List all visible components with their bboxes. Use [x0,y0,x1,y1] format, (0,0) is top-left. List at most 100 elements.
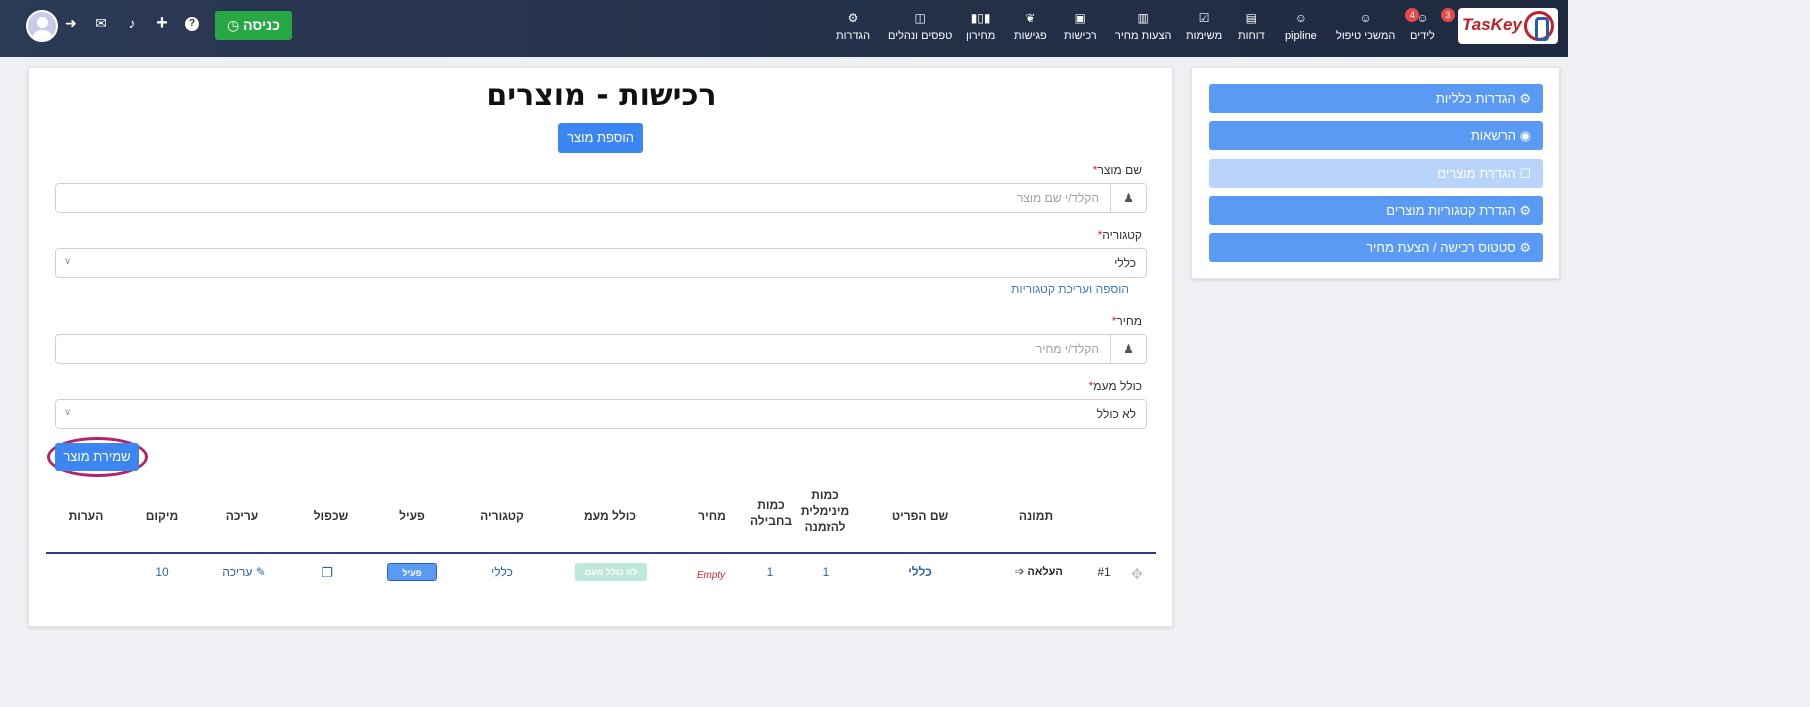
vat-toggle[interactable]: לא כולל מעמ [573,563,649,581]
nav-item-quotes[interactable]: ▥ הצעות מחיר [1115,10,1171,42]
nav-label: דוחות [1238,30,1265,42]
category-value: כללי [1114,256,1136,270]
top-navbar: TasKey ☺ 3 לידים ☺ 4 המשכי טיפול ☺ pipli… [0,0,1568,57]
gear-icon: ⚙ [847,11,859,25]
chevron-down-icon: ∨ [64,256,72,267]
nav-item-pipline[interactable]: ☺ pipline [1285,10,1317,42]
plus-icon[interactable]: + [153,13,171,33]
page-title: רכישות - מוצרים [486,78,717,113]
category-cell[interactable]: כללי [477,565,527,579]
nav-item-purchases[interactable]: ▣ רכישות [1064,10,1097,42]
position-value[interactable]: 10 [147,565,177,579]
th-category: קטגוריה [480,509,524,523]
add-product-button[interactable]: הוספת מוצר [558,123,643,153]
side-btn-label: הרשאות [1470,128,1517,143]
edit-link[interactable]: ✎ עריכה [217,565,271,579]
gear-icon: ⚙ [1519,91,1531,106]
user-tie-icon: ☺ [1359,11,1372,25]
nav-item-settings[interactable]: ⚙ הגדרות [836,10,870,42]
nav-item-followups[interactable]: ☺ 4 המשכי טיפול [1336,8,1420,42]
th-image: תמונה [1018,509,1054,523]
price-label: מחיר* [1111,314,1142,328]
side-btn-label: הגדרת קטגוריות מוצרים [1386,203,1516,218]
nav-label: משימות [1186,30,1223,42]
comments-icon[interactable]: ✉ [92,14,110,32]
chevron-down-icon: ∨ [64,407,72,418]
gear-icon: ⚙ [1519,203,1531,218]
nav-item-forms[interactable]: ◫ טפסים ונהלים [888,10,952,42]
enter-button[interactable]: ◷ כניסה [215,11,292,40]
active-toggle[interactable]: פעיל [385,563,439,581]
label-text: מחיר [1116,314,1142,328]
taskey-logo[interactable]: TasKey [1458,8,1558,44]
item-name-link[interactable]: כללי [895,565,945,579]
user-icon: ♟ [1110,335,1146,363]
vat-select[interactable]: לא כולל ∨ [55,399,1147,429]
nav-item-tasks[interactable]: ☑ משימות [1186,10,1222,42]
user-icon: ♟ [1110,184,1146,212]
bar-chart-icon: ▤ [1245,11,1257,25]
product-categories-button[interactable]: ⚙ הגדרת קטגוריות מוצרים [1209,196,1543,225]
drag-handle-icon[interactable]: ✥ [1129,565,1145,583]
nav-item-pricelist[interactable]: ▮▯▮ מחירון [966,10,995,42]
price-placeholder: הקלד/י מחיר [1035,342,1099,356]
nav-label: הגדרות [836,30,871,42]
category-select[interactable]: כללי ∨ [55,248,1147,278]
logo-mark-icon [1524,11,1554,41]
checkbox-icon: ☑ [1198,11,1210,25]
pack-qty-value: 1 [766,565,774,579]
nav-label: מחירון [966,30,996,42]
user-tie-icon: ☺ [1294,11,1308,25]
clock-icon: ◷ [227,17,240,33]
save-product-button[interactable]: שמירת מוצר [55,443,139,471]
th-active: פעיל [399,509,425,523]
th-line: כמות [811,488,839,502]
th-line: מינימלית [800,504,850,518]
purchase-status-button[interactable]: ⚙ סטטוס רכישה / הצעת מחיר [1209,233,1543,262]
nav-item-reports[interactable]: ▤ דוחות [1238,10,1265,42]
price-field[interactable]: ♟ הקלד/י מחיר [55,334,1147,364]
barcode-icon: ▮▯▮ [970,11,991,25]
nav-badge-leads: 3 [1440,8,1455,22]
sign-in-icon[interactable]: ➜ [62,14,80,32]
user-avatar[interactable] [26,10,58,42]
nav-label: טפסים ונהלים [888,30,953,42]
vat-label: כולל מעמ* [1088,379,1142,393]
logo-text: TasKey [1462,15,1522,34]
gear-icon: ⚙ [1519,240,1531,255]
nav-item-meetings[interactable]: ❦ פגישות [1014,10,1047,42]
paperclip-icon: ➩ [1015,566,1025,578]
th-line: כמות [757,498,785,512]
label-text: קטגוריה [1102,228,1142,242]
active-pill: פעיל [387,563,437,581]
min-qty-value: 1 [822,565,830,579]
cart-icon: ☐ [1519,166,1531,181]
nav-label: הצעות מחיר [1115,30,1172,42]
nav-label: המשכי טיפול [1336,30,1396,42]
price-empty: Empty [696,570,726,581]
help-icon[interactable]: ? [185,17,199,31]
th-item-name: שם הפריט [891,509,949,523]
nav-label: רכישות [1064,30,1097,42]
permissions-button[interactable]: ◉ הרשאות [1209,121,1543,150]
copy-icon[interactable]: ❐ [317,565,337,581]
upload-label: העלאה [1027,566,1063,578]
label-text: שם מוצר [1097,163,1142,177]
vat-value: לא כולל [1096,407,1136,421]
document-icon: ▥ [1137,11,1149,25]
nav-label: לידים [1410,30,1435,42]
pencil-icon: ✎ [255,565,266,579]
edit-categories-link[interactable]: הוספה ועריכת קטגוריות [1011,282,1129,296]
door-icon: ◫ [914,11,926,25]
bell-icon[interactable]: ♪ [123,14,141,32]
side-btn-label: הגדרות כלליות [1435,91,1516,106]
th-notes: הערות [68,509,104,523]
nav-label: פגישות [1014,30,1047,42]
product-name-field[interactable]: ♟ הקלד/י שם מוצר [55,183,1147,213]
price-cell[interactable]: Empty [689,567,733,581]
handshake-icon: ❦ [1025,11,1036,25]
th-line: להזמנה [804,520,846,534]
general-settings-button[interactable]: ⚙ הגדרות כלליות [1209,84,1543,113]
upload-link[interactable]: העלאה ➩ [1009,565,1069,578]
th-price: מחיר [698,509,726,523]
